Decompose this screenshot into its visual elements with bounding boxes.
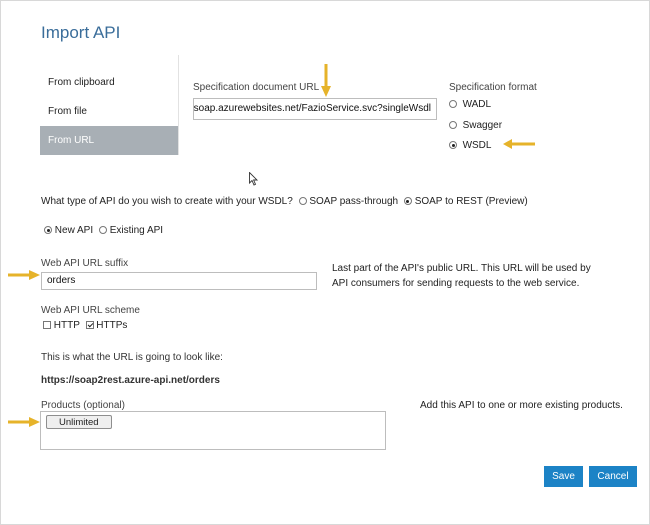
radio-icon[interactable]: [298, 197, 307, 205]
tab-from-file[interactable]: From file: [40, 97, 178, 126]
url-scheme-row: HTTP HTTPs: [43, 320, 127, 331]
option-label: WSDL: [462, 140, 492, 151]
dialog-title: Import API: [41, 23, 121, 42]
tab-label: From URL: [48, 135, 95, 146]
tab-label: From file: [48, 106, 87, 117]
format-option-wadl[interactable]: WADL: [449, 99, 491, 110]
option-soap-passthrough[interactable]: SOAP pass-through: [309, 196, 398, 207]
save-button[interactable]: Save: [544, 466, 583, 487]
cancel-button[interactable]: Cancel: [589, 466, 637, 487]
spec-url-input[interactable]: apisoap.azurewebsites.net/FazioService.s…: [193, 98, 437, 120]
option-label: Swagger: [462, 120, 503, 131]
spec-url-label: Specification document URL: [193, 82, 320, 93]
product-tag-label: Unlimited: [59, 417, 99, 428]
tab-label: From clipboard: [48, 77, 115, 88]
spec-url-value: apisoap.azurewebsites.net/FazioService.s…: [193, 103, 431, 114]
checkbox-icon[interactable]: [43, 321, 51, 329]
url-suffix-label: Web API URL suffix: [41, 258, 129, 269]
products-label: Products (optional): [41, 400, 125, 411]
tabs-divider: [178, 55, 179, 155]
tab-from-url[interactable]: From URL: [40, 126, 178, 155]
radio-selected-icon[interactable]: [403, 197, 412, 205]
url-scheme-label: Web API URL scheme: [41, 305, 140, 316]
arrow-right-icon: [8, 270, 40, 280]
option-http[interactable]: HTTP: [54, 320, 80, 331]
url-suffix-help-2: API consumers for sending requests to th…: [332, 278, 580, 289]
option-new-api[interactable]: New API: [55, 225, 93, 236]
url-suffix-value: orders: [47, 275, 76, 286]
preview-label: This is what the URL is going to look li…: [41, 352, 223, 363]
api-type-row: What type of API do you wish to create w…: [41, 196, 528, 207]
preview-url: https://soap2rest.azure-api.net/orders: [41, 375, 220, 386]
format-option-wsdl[interactable]: WSDL: [449, 140, 491, 151]
products-help: Add this API to one or more existing pro…: [420, 400, 623, 411]
radio-selected-icon[interactable]: [44, 226, 52, 234]
radio-icon[interactable]: [449, 100, 457, 108]
option-label: WADL: [462, 99, 492, 110]
url-suffix-help-1: Last part of the API's public URL. This …: [332, 263, 591, 274]
arrow-down-icon: [321, 64, 331, 97]
products-input[interactable]: Unlimited: [40, 411, 386, 450]
url-suffix-input[interactable]: orders: [41, 272, 317, 290]
product-tag[interactable]: Unlimited: [46, 415, 112, 429]
source-tabs: From clipboard From file From URL: [40, 68, 178, 155]
format-option-swagger[interactable]: Swagger: [449, 120, 502, 131]
checkbox-checked-icon[interactable]: [85, 321, 94, 329]
radio-selected-icon[interactable]: [449, 141, 457, 149]
spec-format-label: Specification format: [449, 82, 537, 93]
radio-icon[interactable]: [98, 226, 107, 234]
mouse-cursor-icon: [249, 172, 259, 186]
api-mode-row: New API Existing API: [44, 225, 163, 236]
radio-icon[interactable]: [449, 121, 457, 129]
arrow-right-icon: [8, 417, 40, 427]
arrow-left-icon: [503, 139, 535, 149]
tab-from-clipboard[interactable]: From clipboard: [40, 68, 178, 97]
option-existing-api[interactable]: Existing API: [110, 225, 163, 236]
option-soap-to-rest[interactable]: SOAP to REST (Preview): [415, 196, 528, 207]
option-https[interactable]: HTTPs: [96, 320, 127, 331]
api-type-question: What type of API do you wish to create w…: [41, 196, 293, 207]
